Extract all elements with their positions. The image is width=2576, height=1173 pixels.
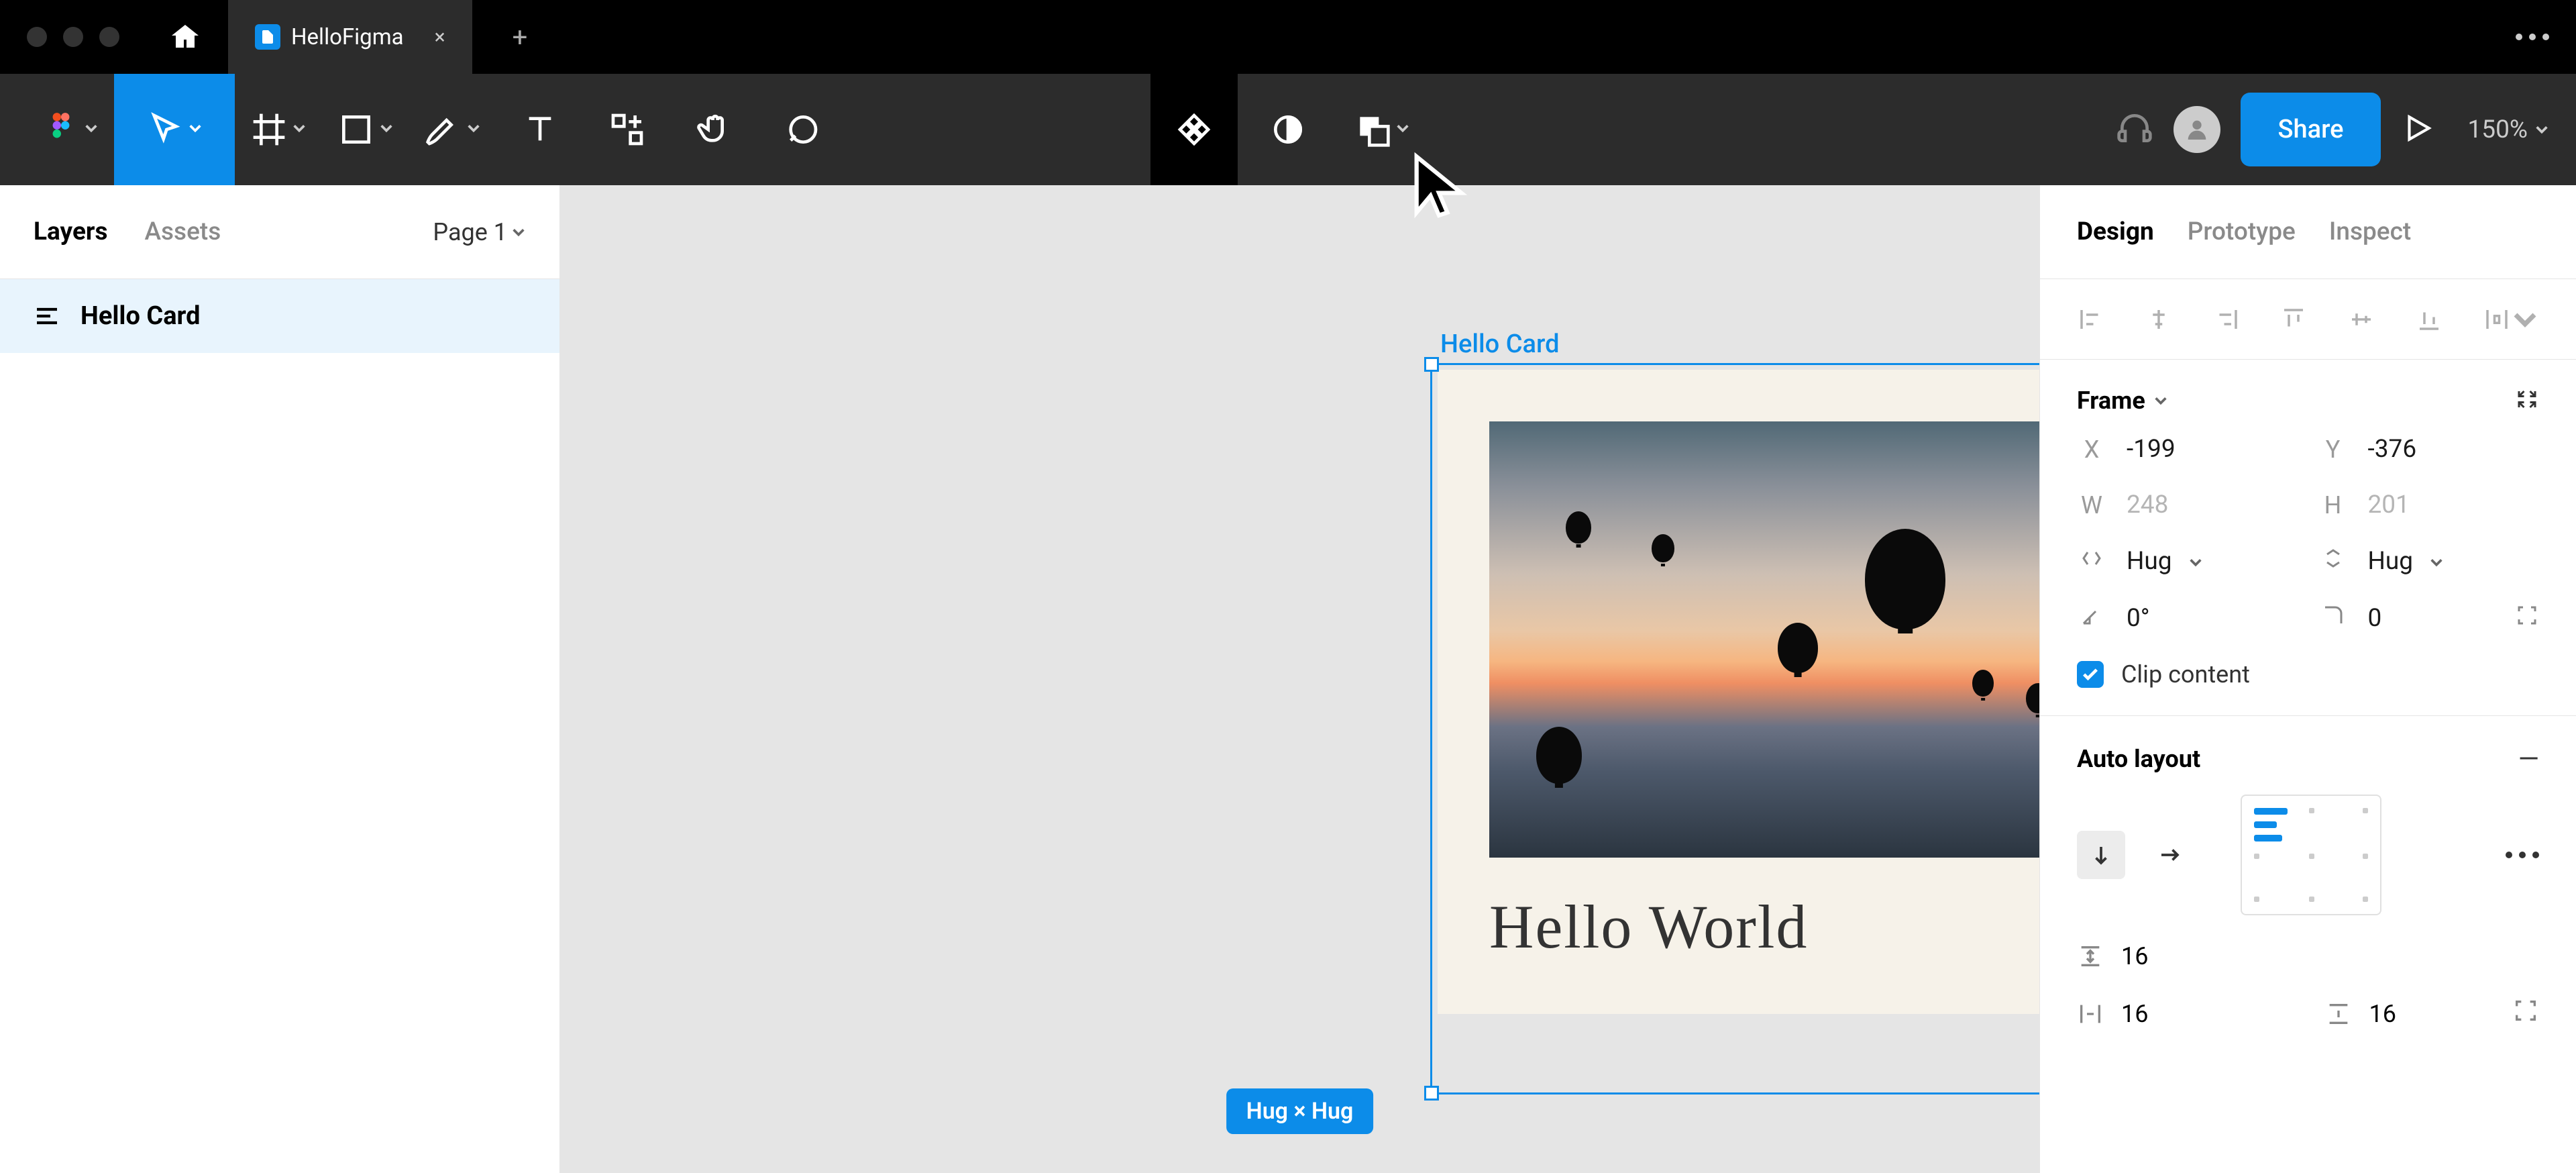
rotation-input[interactable]: 0°: [2077, 603, 2298, 633]
design-tab[interactable]: Design: [2077, 217, 2154, 246]
size-badge: Hug × Hug: [1226, 1088, 1374, 1134]
vspace-input[interactable]: 16: [2077, 942, 2539, 970]
comment-tool-button[interactable]: [758, 74, 845, 185]
chevron-down-icon[interactable]: [2153, 393, 2168, 408]
align-vcenter-icon[interactable]: [2347, 305, 2375, 334]
resize-handle-bl[interactable]: [1424, 1086, 1439, 1101]
alignment-controls: [2040, 279, 2576, 360]
autolayout-title: Auto layout: [2077, 745, 2200, 773]
fullscreen-window-icon[interactable]: [99, 27, 119, 47]
title-bar: HelloFigma × +: [0, 0, 2576, 74]
file-tab-label: HelloFigma: [291, 24, 404, 50]
distribute-icon[interactable]: [2483, 305, 2539, 334]
file-tab[interactable]: HelloFigma ×: [228, 0, 472, 74]
canvas[interactable]: Hello Card Hello World: [560, 185, 2039, 1173]
component-button[interactable]: [1150, 74, 1238, 185]
independent-corners-icon[interactable]: [2515, 603, 2539, 633]
page-selector-label: Page 1: [433, 218, 507, 246]
align-bottom-icon[interactable]: [2415, 305, 2443, 334]
align-left-icon[interactable]: [2077, 305, 2105, 334]
layer-label: Hello Card: [80, 301, 201, 331]
headphones-icon[interactable]: [2116, 109, 2153, 150]
align-right-icon[interactable]: [2212, 305, 2241, 334]
y-input[interactable]: Y-376: [2318, 435, 2540, 464]
w-resize-mode[interactable]: Hug: [2077, 546, 2298, 576]
align-top-icon[interactable]: [2279, 305, 2308, 334]
hand-tool-button[interactable]: [671, 74, 758, 185]
layers-panel: Layers Assets Page 1 Hello Card: [0, 185, 560, 1173]
share-button-label: Share: [2277, 115, 2343, 144]
text-tool-button[interactable]: [496, 74, 584, 185]
pen-tool-button[interactable]: [409, 74, 496, 185]
frame-tool-button[interactable]: [235, 74, 322, 185]
layers-tab[interactable]: Layers: [34, 217, 107, 246]
frame-fit-icon[interactable]: [2515, 387, 2539, 414]
x-input[interactable]: X-199: [2077, 435, 2298, 464]
clip-content-checkbox[interactable]: [2077, 661, 2104, 688]
assets-tab[interactable]: Assets: [144, 217, 221, 246]
remove-autolayout-icon[interactable]: —: [2518, 743, 2539, 774]
clip-content-label: Clip content: [2121, 660, 2250, 688]
minimize-window-icon[interactable]: [63, 27, 83, 47]
resources-button[interactable]: [584, 74, 671, 185]
vpadding-input[interactable]: 16: [2325, 997, 2540, 1030]
frame-section-title: Frame: [2077, 387, 2145, 415]
direction-vertical-button[interactable]: [2077, 831, 2125, 879]
shape-tool-button[interactable]: [322, 74, 409, 185]
move-tool-button[interactable]: [114, 74, 235, 185]
page-selector[interactable]: Page 1: [433, 218, 526, 246]
figma-file-icon: [255, 24, 280, 50]
window-controls: [27, 27, 119, 47]
align-hcenter-icon[interactable]: [2145, 305, 2173, 334]
close-window-icon[interactable]: [27, 27, 47, 47]
zoom-value: 150%: [2468, 115, 2528, 144]
mask-button[interactable]: [1244, 74, 1332, 185]
h-resize-mode[interactable]: Hug: [2318, 546, 2540, 576]
layer-row[interactable]: Hello Card: [0, 279, 559, 353]
autolayout-more-icon[interactable]: [2506, 852, 2539, 858]
cursor-icon: [1405, 151, 1472, 218]
independent-padding-icon[interactable]: [2512, 997, 2539, 1030]
share-button[interactable]: Share: [2241, 93, 2380, 166]
h-input[interactable]: H201: [2318, 491, 2540, 519]
direction-horizontal-button[interactable]: [2145, 831, 2194, 879]
hpadding-input[interactable]: 16: [2077, 997, 2292, 1030]
home-button[interactable]: [169, 21, 201, 53]
close-tab-icon[interactable]: ×: [435, 26, 445, 49]
frame-label[interactable]: Hello Card: [1440, 329, 1559, 359]
main-toolbar: Share 150%: [0, 74, 2576, 185]
radius-input[interactable]: 0: [2318, 603, 2540, 633]
alignment-grid[interactable]: [2241, 795, 2381, 915]
prototype-tab[interactable]: Prototype: [2188, 217, 2296, 246]
new-tab-button[interactable]: +: [513, 21, 528, 53]
w-input[interactable]: W248: [2077, 491, 2298, 519]
inspect-tab[interactable]: Inspect: [2329, 217, 2411, 246]
present-button[interactable]: [2401, 111, 2434, 148]
user-avatar[interactable]: [2174, 106, 2220, 153]
resize-handle-tl[interactable]: [1424, 357, 1439, 372]
selection-box: [1430, 363, 2039, 1094]
design-panel: Design Prototype Inspect Frame: [2039, 185, 2576, 1173]
figma-menu-button[interactable]: [27, 74, 114, 185]
zoom-selector[interactable]: 150%: [2468, 115, 2549, 144]
app-menu-button[interactable]: [2516, 34, 2549, 40]
